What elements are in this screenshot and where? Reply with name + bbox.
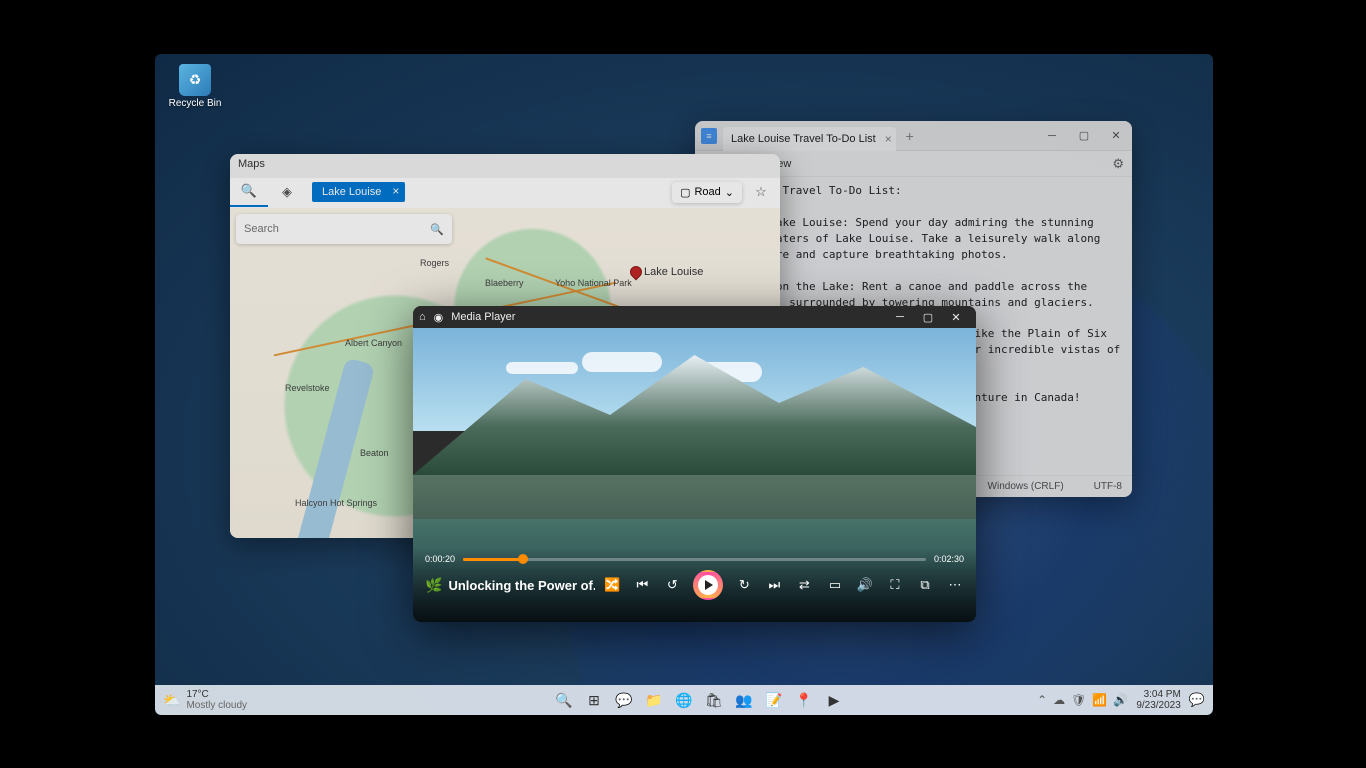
video-viewport[interactable]: 0:00:20 0:02:30 🌿 Unlocking the Power of… (413, 328, 976, 622)
desktop-viewport: Recycle Bin ≡ Lake Louise Travel To-Do L… (155, 54, 1213, 715)
subtitles-icon[interactable]: ▭ (826, 576, 844, 594)
maps-taskbar-icon[interactable]: 📍 (791, 687, 817, 713)
media-player-window[interactable]: ⌂ ◉ Media Player ─ ▢ ✕ 0:00:20 0:0 (413, 306, 976, 622)
store-icon[interactable]: 🛍 (701, 687, 727, 713)
media-player-taskbar-icon[interactable]: ▶ (821, 687, 847, 713)
notifications-icon[interactable]: 💬 (1189, 692, 1205, 708)
maps-title: Maps (230, 154, 780, 178)
file-explorer-icon[interactable]: 📁 (641, 687, 667, 713)
city-label: Yoho National Park (555, 278, 632, 288)
city-label: Halcyon Hot Springs (295, 498, 377, 508)
task-view-icon[interactable]: ⊞ (581, 687, 607, 713)
minimize-button[interactable]: ─ (886, 311, 914, 324)
close-button[interactable]: ✕ (942, 311, 970, 324)
tray-chevron-icon[interactable]: ⌃ (1037, 693, 1047, 707)
video-title: Unlocking the Power of... (448, 578, 595, 593)
seek-progress (463, 558, 523, 561)
maximize-button[interactable]: ▢ (914, 311, 942, 324)
chat-icon[interactable]: 💬 (611, 687, 637, 713)
search-icon[interactable]: 🔍 (551, 687, 577, 713)
taskbar[interactable]: ⛅ 17°C Mostly cloudy 🔍 ⊞ 💬 📁 🌐 🛍 👥 📝 📍 ▶… (155, 685, 1213, 715)
wifi-icon[interactable]: 📶 (1092, 693, 1107, 707)
timeline: 0:00:20 0:02:30 (425, 554, 964, 564)
total-time: 0:02:30 (934, 554, 964, 564)
playback-controls: 🌿 Unlocking the Power of... 🔀 ⏮ ↺ ↻ ⏭ ⇄ … (425, 570, 964, 600)
onedrive-icon[interactable]: ☁ (1053, 693, 1065, 707)
status-encoding: UTF-8 (1094, 481, 1122, 492)
location-chip[interactable]: Lake Louise × (312, 182, 405, 202)
player-app-icon: ◉ (434, 311, 444, 324)
more-icon[interactable]: ⋯ (946, 576, 964, 594)
notepad-tab-title: Lake Louise Travel To-Do List (731, 133, 876, 145)
close-chip-icon[interactable]: × (392, 184, 399, 198)
notepad-app-icon: ≡ (701, 128, 717, 144)
seek-thumb[interactable] (518, 554, 528, 564)
video-thumb-icon: 🌿 (425, 577, 442, 594)
skip-back-icon[interactable]: ↺ (663, 576, 681, 594)
city-label: Blaeberry (485, 278, 524, 288)
taskbar-center: 🔍 ⊞ 💬 📁 🌐 🛍 👥 📝 📍 ▶ (521, 687, 847, 713)
city-label: Rogers (420, 258, 449, 268)
city-label: Beaton (360, 448, 389, 458)
clock[interactable]: 3:04 PM 9/23/2023 (1136, 689, 1181, 711)
play-button[interactable] (693, 570, 723, 600)
map-pin-label: Lake Louise (644, 266, 703, 278)
close-button[interactable]: ✕ (1100, 121, 1132, 151)
search-tab-icon[interactable]: 🔍 (230, 177, 268, 207)
view-mode-icon: ▢ (680, 186, 690, 199)
skip-forward-icon[interactable]: ↻ (735, 576, 753, 594)
minimize-button[interactable]: ─ (1036, 121, 1068, 151)
city-label: Revelstoke (285, 383, 330, 393)
map-view-mode[interactable]: ▢ Road ⌄ (672, 182, 742, 203)
settings-icon[interactable]: ⚙ (1112, 156, 1124, 172)
notepad-titlebar[interactable]: ≡ Lake Louise Travel To-Do List × + ─ ▢ … (695, 121, 1132, 151)
view-mode-label: Road (694, 186, 720, 198)
edge-icon[interactable]: 🌐 (671, 687, 697, 713)
seek-bar[interactable] (463, 558, 926, 561)
video-scenery (413, 355, 976, 475)
shuffle-icon[interactable]: 🔀 (603, 576, 621, 594)
volume-icon[interactable]: 🔊 (856, 576, 874, 594)
mini-player-icon[interactable]: ⧉ (916, 576, 934, 594)
weather-desc: Mostly cloudy (186, 700, 247, 711)
system-tray[interactable]: ⌃ ☁ 🛡 📶 🔊 (1037, 693, 1128, 707)
player-controls-overlay: 0:00:20 0:02:30 🌿 Unlocking the Power of… (413, 548, 976, 622)
home-icon[interactable]: ⌂ (419, 311, 426, 323)
search-input[interactable] (244, 223, 430, 235)
map-search-box[interactable]: 🔍 (236, 214, 452, 244)
next-icon[interactable]: ⏭ (765, 576, 783, 594)
notepad-tab[interactable]: Lake Louise Travel To-Do List × (723, 127, 896, 151)
weather-widget[interactable]: ⛅ 17°C Mostly cloudy (163, 689, 247, 711)
video-scenery (582, 352, 662, 372)
maps-toolbar: 🔍 ◈ Lake Louise × ▢ Road ⌄ ☆ (230, 178, 780, 208)
city-label: Albert Canyon (345, 338, 402, 348)
favorite-icon[interactable]: ☆ (742, 177, 780, 207)
fullscreen-icon[interactable]: ⛶ (886, 576, 904, 594)
weather-temp: 17°C (186, 689, 247, 700)
player-app-name: Media Player (451, 311, 515, 323)
close-tab-icon[interactable]: × (885, 132, 892, 146)
security-icon[interactable]: 🛡 (1071, 693, 1086, 707)
player-titlebar[interactable]: ⌂ ◉ Media Player ─ ▢ ✕ (413, 306, 976, 328)
current-time: 0:00:20 (425, 554, 455, 564)
maximize-button[interactable]: ▢ (1068, 121, 1100, 151)
previous-icon[interactable]: ⏮ (633, 576, 651, 594)
status-line-ending: Windows (CRLF) (988, 481, 1064, 492)
recycle-bin-icon (179, 64, 211, 96)
notepad-taskbar-icon[interactable]: 📝 (761, 687, 787, 713)
recycle-bin[interactable]: Recycle Bin (165, 64, 225, 109)
teams-icon[interactable]: 👥 (731, 687, 757, 713)
clock-date: 9/23/2023 (1136, 700, 1181, 711)
chevron-down-icon: ⌄ (725, 186, 734, 199)
directions-tab-icon[interactable]: ◈ (268, 177, 306, 207)
start-button[interactable] (521, 687, 547, 713)
recycle-bin-label: Recycle Bin (165, 98, 225, 109)
location-chip-label: Lake Louise (322, 186, 381, 198)
weather-icon: ⛅ (163, 692, 180, 709)
volume-tray-icon[interactable]: 🔊 (1113, 693, 1128, 707)
add-tab-button[interactable]: + (900, 128, 920, 144)
repeat-icon[interactable]: ⇄ (795, 576, 813, 594)
search-icon[interactable]: 🔍 (430, 223, 444, 236)
clock-time: 3:04 PM (1136, 689, 1181, 700)
